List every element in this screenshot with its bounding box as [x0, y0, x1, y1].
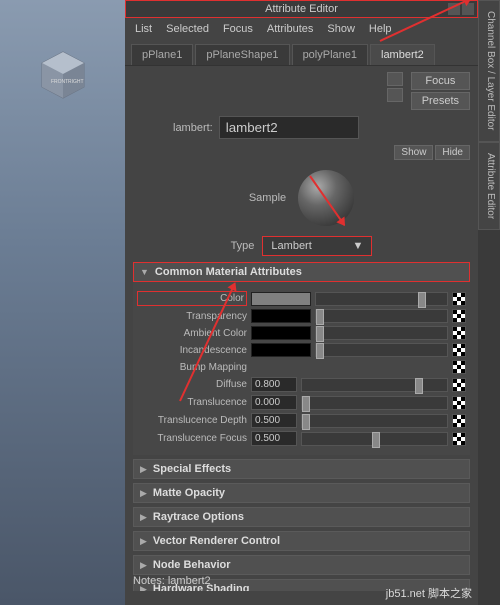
diffuse-input[interactable] — [251, 377, 297, 392]
menu-list[interactable]: List — [135, 23, 152, 35]
svg-text:RIGHT: RIGHT — [68, 79, 84, 85]
map-button-transluc[interactable] — [452, 396, 466, 410]
type-value: Lambert — [271, 240, 311, 252]
attr-diffuse-label: Diffuse — [137, 379, 247, 390]
ambient-slider[interactable] — [315, 326, 448, 340]
chevron-down-icon: ▼ — [353, 240, 364, 252]
transdepth-input[interactable] — [251, 413, 297, 428]
transluc-slider[interactable] — [301, 396, 448, 410]
expand-arrow-icon: ▶ — [140, 560, 147, 571]
hide-button[interactable]: Hide — [435, 145, 470, 160]
diffuse-slider[interactable] — [301, 378, 448, 392]
color-slider[interactable] — [315, 292, 448, 306]
transfocus-input[interactable] — [251, 431, 297, 446]
map-button-color[interactable] — [452, 292, 466, 306]
focus-button[interactable]: Focus — [411, 72, 470, 90]
map-button-transfocus[interactable] — [452, 432, 466, 446]
section-node-behavior[interactable]: ▶Node Behavior — [133, 555, 470, 575]
sidetab-attribute-editor[interactable]: Attribute Editor — [478, 142, 500, 230]
attr-bump-label: Bump Mapping — [137, 362, 247, 373]
type-row: Type Lambert ▼ — [133, 236, 470, 256]
window-titlebar: Attribute Editor — [125, 0, 478, 18]
menu-show[interactable]: Show — [327, 23, 355, 35]
incand-slider[interactable] — [315, 343, 448, 357]
section-matte-opacity[interactable]: ▶Matte Opacity — [133, 483, 470, 503]
attr-transluc-label: Translucence — [137, 397, 247, 408]
menu-selected[interactable]: Selected — [166, 23, 209, 35]
transluc-input[interactable] — [251, 395, 297, 410]
menu-attributes[interactable]: Attributes — [267, 23, 313, 35]
map-button-incand[interactable] — [452, 343, 466, 357]
attr-ambient-label: Ambient Color — [137, 328, 247, 339]
menu-help[interactable]: Help — [369, 23, 392, 35]
section-vector-renderer[interactable]: ▶Vector Renderer Control — [133, 531, 470, 551]
transparency-swatch[interactable] — [251, 309, 311, 323]
expand-arrow-icon: ▶ — [140, 464, 147, 475]
sample-area: Sample — [133, 170, 470, 226]
section-head-common[interactable]: ▼ Common Material Attributes — [133, 262, 470, 282]
svg-text:FRONT: FRONT — [51, 79, 68, 85]
nav-down-button[interactable] — [387, 88, 403, 102]
viewcube[interactable]: FRONT RIGHT — [38, 50, 88, 100]
incand-swatch[interactable] — [251, 343, 311, 357]
attribute-editor-panel: Attribute Editor List Selected Focus Att… — [125, 0, 478, 605]
node-name-label: lambert: — [173, 122, 213, 134]
transfocus-slider[interactable] — [301, 432, 448, 446]
window-title: Attribute Editor — [265, 3, 338, 15]
viewport-3d[interactable]: FRONT RIGHT — [0, 0, 125, 605]
color-swatch[interactable] — [251, 292, 311, 306]
expand-arrow-icon: ▶ — [140, 512, 147, 523]
attr-incand-label: Incandescence — [137, 345, 247, 356]
tab-lambert2[interactable]: lambert2 — [370, 44, 435, 65]
section-special-effects[interactable]: ▶Special Effects — [133, 459, 470, 479]
node-name-input[interactable] — [219, 116, 359, 139]
map-button-transdepth[interactable] — [452, 414, 466, 428]
content-area: Focus Presets lambert: Show Hide Sample … — [125, 66, 478, 591]
map-button-bump[interactable] — [452, 360, 466, 374]
close-icon[interactable] — [462, 3, 474, 15]
ambient-swatch[interactable] — [251, 326, 311, 340]
nav-up-button[interactable] — [387, 72, 403, 86]
attr-transdepth-label: Translucence Depth — [137, 415, 247, 426]
map-button-ambient[interactable] — [452, 326, 466, 340]
transparency-slider[interactable] — [315, 309, 448, 323]
sidetab-channelbox[interactable]: Channel Box / Layer Editor — [478, 0, 500, 142]
expand-arrow-icon: ▶ — [140, 536, 147, 547]
presets-button[interactable]: Presets — [411, 92, 470, 110]
type-label: Type — [231, 240, 255, 252]
watermark: jb51.net 脚本之家 — [386, 585, 472, 601]
tab-pplane1[interactable]: pPlane1 — [131, 44, 193, 65]
notes-value: lambert2 — [168, 575, 211, 587]
show-button[interactable]: Show — [394, 145, 433, 160]
map-button-transparency[interactable] — [452, 309, 466, 323]
section-raytrace[interactable]: ▶Raytrace Options — [133, 507, 470, 527]
sample-label: Sample — [249, 192, 286, 204]
section-common-material: ▼ Common Material Attributes Color Trans… — [133, 262, 470, 455]
attr-color-label: Color — [137, 291, 247, 306]
type-dropdown[interactable]: Lambert ▼ — [262, 236, 372, 256]
expand-arrow-icon: ▶ — [140, 488, 147, 499]
side-tabs: Channel Box / Layer Editor Attribute Edi… — [478, 0, 500, 605]
material-sample-sphere[interactable] — [298, 170, 354, 226]
menubar: List Selected Focus Attributes Show Help — [125, 18, 478, 40]
notes-label: Notes: — [133, 575, 165, 587]
tab-polyplane1[interactable]: polyPlane1 — [292, 44, 368, 65]
minimize-icon[interactable] — [448, 3, 460, 15]
map-button-diffuse[interactable] — [452, 378, 466, 392]
collapse-arrow-icon: ▼ — [140, 267, 149, 277]
node-tabs: pPlane1 pPlaneShape1 polyPlane1 lambert2 — [125, 40, 478, 66]
attr-transparency-label: Transparency — [137, 311, 247, 322]
menu-focus[interactable]: Focus — [223, 23, 253, 35]
transdepth-slider[interactable] — [301, 414, 448, 428]
tab-pplaneshape1[interactable]: pPlaneShape1 — [195, 44, 289, 65]
attr-transfocus-label: Translucence Focus — [137, 433, 247, 444]
notes-row: Notes: lambert2 — [133, 575, 211, 587]
section-title: Common Material Attributes — [155, 266, 302, 278]
node-name-field: lambert: — [173, 116, 470, 139]
